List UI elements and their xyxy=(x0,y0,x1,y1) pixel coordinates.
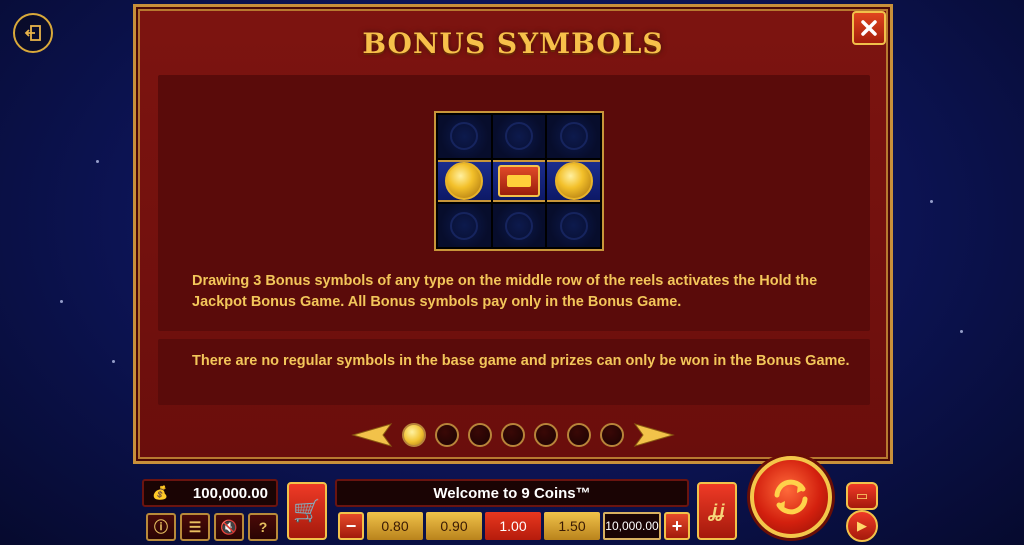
base-game-description: There are no regular symbols in the base… xyxy=(192,353,850,369)
turbo-button[interactable]: ʝʝ xyxy=(697,482,737,540)
reel-cell-empty xyxy=(438,115,491,158)
money-bag-icon: 💰 xyxy=(152,485,169,500)
message-bar: Welcome to 9 Coins™ xyxy=(335,479,689,507)
exit-button[interactable] xyxy=(13,13,53,53)
gold-coin-icon xyxy=(554,161,593,200)
page-dot[interactable] xyxy=(435,423,459,447)
arrow-left-icon xyxy=(351,423,393,447)
info-button[interactable]: ⓘ xyxy=(146,513,176,541)
bet-option-max[interactable]: 10,000.00 xyxy=(603,512,661,540)
page-dot[interactable] xyxy=(534,423,558,447)
control-bar: 💰 100,000.00 ⓘ ☰ 🔇 ? 🛒 Welcome to 9 Coin… xyxy=(0,456,1024,545)
reel-example-grid xyxy=(434,111,604,251)
autoplay-settings-button[interactable]: ▭ xyxy=(846,482,878,510)
reel-cell-empty xyxy=(438,204,491,247)
base-game-info-box: There are no regular symbols in the base… xyxy=(158,339,870,405)
star-decoration xyxy=(60,300,63,303)
close-icon xyxy=(861,20,877,36)
star-decoration xyxy=(930,200,933,203)
sound-button[interactable]: 🔇 xyxy=(214,513,244,541)
bet-selector: − 0.80 0.90 1.00 1.50 10,000.00 + xyxy=(338,510,690,542)
page-navigation xyxy=(136,422,890,448)
swirl-icon xyxy=(504,122,533,151)
bet-option[interactable]: 0.90 xyxy=(426,512,482,540)
swirl-icon xyxy=(504,211,533,240)
help-button[interactable]: ? xyxy=(248,513,278,541)
menu-button[interactable]: ☰ xyxy=(180,513,210,541)
page-dot[interactable] xyxy=(501,423,525,447)
cart-icon: 🛒 xyxy=(293,498,321,523)
reel-cell-bonus xyxy=(492,159,546,203)
spin-button[interactable] xyxy=(750,456,832,538)
bet-option[interactable]: 0.80 xyxy=(367,512,423,540)
reel-cell-empty xyxy=(492,204,546,247)
help-icon: ? xyxy=(258,519,268,535)
reel-cell-bonus xyxy=(438,159,491,203)
close-button[interactable] xyxy=(852,11,886,45)
star-decoration xyxy=(112,360,115,363)
balance-display: 💰 100,000.00 xyxy=(142,479,278,507)
gold-coin-icon xyxy=(445,161,484,200)
swirl-icon xyxy=(450,211,479,240)
arrow-right-icon xyxy=(633,423,675,447)
page-dot[interactable] xyxy=(468,423,492,447)
page-dot[interactable] xyxy=(567,423,591,447)
reel-cell-empty xyxy=(547,115,600,158)
reel-cell-bonus xyxy=(547,159,600,203)
bet-option[interactable]: 1.50 xyxy=(544,512,600,540)
reel-cell-empty xyxy=(492,115,546,158)
info-icon: ⓘ xyxy=(154,519,168,535)
bonus-info-box: Drawing 3 Bonus symbols of any type on t… xyxy=(158,75,870,331)
swirl-icon xyxy=(450,122,479,151)
treasure-chest-icon xyxy=(497,164,540,197)
card-icon: ▭ xyxy=(855,488,869,503)
bet-decrease-button[interactable]: − xyxy=(338,512,364,540)
paytable-panel: BONUS SYMBOLS Drawing 3 Bonus symbols of… xyxy=(133,4,893,464)
swirl-icon xyxy=(559,122,588,151)
turbo-icon: ʝʝ xyxy=(709,500,725,521)
next-page-button[interactable] xyxy=(633,422,675,448)
prev-page-button[interactable] xyxy=(351,422,393,448)
page-dot[interactable] xyxy=(600,423,624,447)
buy-feature-button[interactable]: 🛒 xyxy=(287,482,327,540)
mute-icon: 🔇 xyxy=(220,518,238,535)
autoplay-button[interactable]: ▶ xyxy=(846,510,878,542)
star-decoration xyxy=(960,330,963,333)
play-icon: ▶ xyxy=(857,518,867,533)
bonus-description: Drawing 3 Bonus symbols of any type on t… xyxy=(192,273,818,310)
star-decoration xyxy=(96,160,99,163)
swirl-icon xyxy=(559,211,588,240)
bet-option-selected[interactable]: 1.00 xyxy=(485,512,541,540)
panel-title: BONUS SYMBOLS xyxy=(362,27,664,60)
hamburger-icon: ☰ xyxy=(188,518,202,535)
bet-increase-button[interactable]: + xyxy=(664,512,690,540)
balance-value: 100,000.00 xyxy=(192,484,268,502)
page-dot-active[interactable] xyxy=(402,423,426,447)
spin-arrows-icon xyxy=(774,479,808,515)
reel-cell-empty xyxy=(547,204,600,247)
exit-icon xyxy=(24,25,41,41)
